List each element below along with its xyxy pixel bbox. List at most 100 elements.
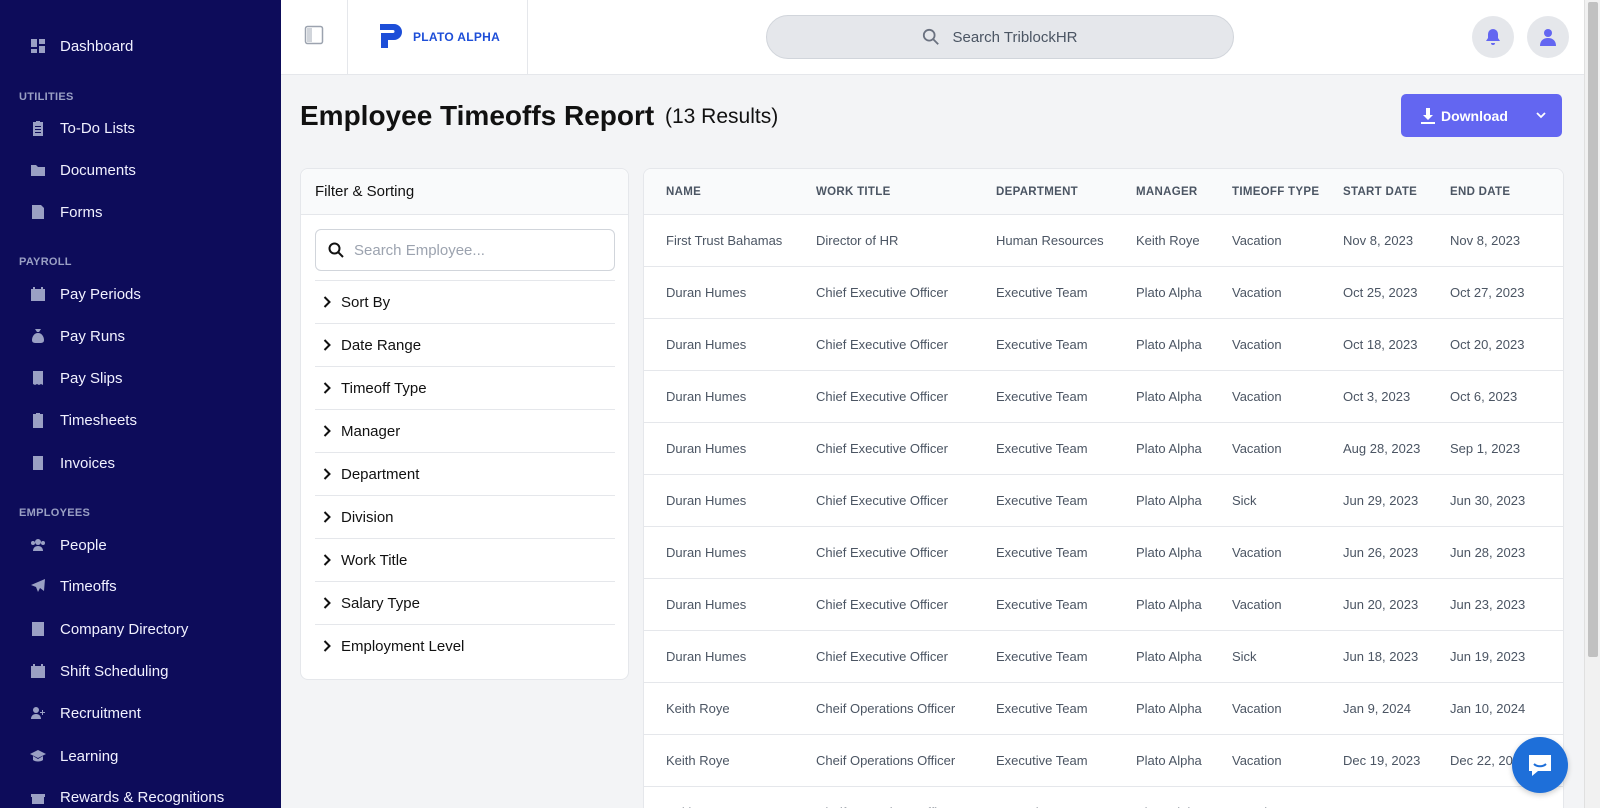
chat-support-button[interactable]: [1512, 737, 1568, 793]
column-header-work-title[interactable]: WORK TITLE: [816, 186, 891, 198]
filter-date-range[interactable]: Date Range: [315, 323, 615, 366]
employee-search-input[interactable]: Search Employee...: [315, 229, 615, 271]
user-plus-icon: [30, 705, 46, 721]
column-header-manager[interactable]: MANAGER: [1136, 186, 1198, 198]
cell-manager: Plato Alpha: [1136, 649, 1202, 664]
filter-sort-by[interactable]: Sort By: [315, 280, 615, 323]
cell-end-date: Jun 30, 2023: [1450, 493, 1526, 508]
table-row[interactable]: Keith RoyeCheif Operations OfficerExecut…: [644, 683, 1563, 735]
cell-work-title: Chief Executive Officer: [816, 545, 948, 560]
sidebar-item-people[interactable]: People: [0, 528, 281, 562]
sidebar-item-forms[interactable]: Forms: [0, 195, 281, 229]
sidebar-item-pay-runs[interactable]: Pay Runs: [0, 319, 281, 353]
table-row[interactable]: Duran Humes Chief Executive Officer Execut…: [644, 527, 1563, 579]
cell-timeoff-type: Vacation: [1232, 753, 1282, 768]
global-search-input[interactable]: Search TriblockHR: [766, 15, 1234, 59]
table-row[interactable]: Keith RoyeCheif Operations OfficerExecut…: [644, 735, 1563, 787]
sidebar-item-dashboard[interactable]: Dashboard: [0, 29, 281, 63]
filter-employment-level[interactable]: Employment Level: [315, 624, 615, 667]
cell-department: Executive Team: [996, 545, 1088, 560]
chevron-right-icon: [323, 296, 333, 308]
table-row[interactable]: Duran Humes Chief Executive Officer Execut…: [644, 371, 1563, 423]
plane-icon: [30, 578, 46, 594]
sidebar-item-pay-periods[interactable]: Pay Periods: [0, 277, 281, 311]
cell-work-title: Cheif Operations Officer: [816, 753, 956, 768]
sidebar-item-recruitment[interactable]: Recruitment: [0, 696, 281, 730]
bell-icon: [1483, 27, 1503, 47]
sidebar-toggle-button[interactable]: [281, 0, 348, 74]
column-header-timeoff-type[interactable]: TIMEOFF TYPE: [1232, 186, 1319, 198]
sidebar-item-label: Timesheets: [60, 411, 137, 429]
scrollbar-thumb[interactable]: [1588, 2, 1598, 657]
cell-manager: Plato Alpha: [1136, 545, 1202, 560]
table-header: NAME WORK TITLE DEPARTMENT MANAGER TIMEO…: [644, 169, 1563, 215]
filter-timeoff-type[interactable]: Timeoff Type: [315, 366, 615, 409]
table-row[interactable]: Duran Humes Chief Executive Officer Execut…: [644, 267, 1563, 319]
table-row[interactable]: Duran Humes Chief Executive Officer Execut…: [644, 319, 1563, 371]
cell-start-date: Oct 3, 2023: [1343, 389, 1411, 404]
chevron-right-icon: [323, 597, 333, 609]
sidebar-item-label: Pay Periods: [60, 285, 141, 303]
company-logo[interactable]: PLATO ALPHA: [348, 0, 528, 74]
table-row[interactable]: Duran Humes Chief Executive Officer Execut…: [644, 631, 1563, 683]
table-row[interactable]: Duran Humes Chief Executive Officer Execut…: [644, 579, 1563, 631]
sidebar-item-label: Shift Scheduling: [60, 662, 169, 680]
sidebar-item-todo-lists[interactable]: To-Do Lists: [0, 111, 281, 145]
section-label-payroll: PAYROLL: [19, 256, 72, 268]
timeoffs-table: NAME WORK TITLE DEPARTMENT MANAGER TIMEO…: [643, 168, 1564, 808]
sidebar-item-company-directory[interactable]: Company Directory: [0, 612, 281, 646]
page-scrollbar[interactable]: [1584, 0, 1600, 808]
cell-timeoff-type: Sick: [1232, 493, 1257, 508]
cell-end-date: Oct 6, 2023: [1450, 389, 1518, 404]
cell-work-title: Chief Executive Officer: [816, 493, 948, 508]
cell-name: Duran Humes: [666, 285, 747, 300]
column-header-department[interactable]: DEPARTMENT: [996, 186, 1078, 198]
cell-department: Executive Team: [996, 493, 1088, 508]
sidebar-item-pay-slips[interactable]: Pay Slips: [0, 361, 281, 395]
column-header-start-date[interactable]: START DATE: [1343, 186, 1417, 198]
filter-work-title[interactable]: Work Title: [315, 538, 615, 581]
receipt-icon: [30, 370, 46, 386]
form-check-icon: [30, 204, 46, 220]
people-icon: [30, 537, 46, 553]
calendar-grid-icon: [30, 663, 46, 679]
chevron-right-icon: [323, 554, 333, 566]
table-row[interactable]: First Trust Bahamas Director of HR Human R…: [644, 215, 1563, 267]
download-button[interactable]: Download: [1401, 94, 1562, 137]
sidebar-item-label: Company Directory: [60, 620, 189, 638]
sidebar-item-timeoffs[interactable]: Timeoffs: [0, 569, 281, 603]
filter-division[interactable]: Division: [315, 495, 615, 538]
sidebar-item-rewards[interactable]: Rewards & Recognitions: [0, 780, 281, 808]
sidebar-item-label: Pay Runs: [60, 327, 126, 345]
cell-timeoff-type: Vacation: [1232, 285, 1282, 300]
cell-manager: Plato Alpha: [1136, 597, 1202, 612]
cell-manager: Plato Alpha: [1136, 389, 1202, 404]
section-label-utilities: UTILITIES: [19, 91, 74, 103]
notifications-button[interactable]: [1472, 16, 1514, 58]
filter-department[interactable]: Department: [315, 452, 615, 495]
sidebar-item-documents[interactable]: Documents: [0, 153, 281, 187]
sidebar-item-shift-scheduling[interactable]: Shift Scheduling: [0, 654, 281, 688]
sidebar-item-learning[interactable]: Learning: [0, 739, 281, 773]
cell-name: Duran Humes: [666, 441, 747, 456]
column-header-name[interactable]: NAME: [666, 186, 701, 198]
download-label: Download: [1441, 107, 1508, 124]
cell-name: Duran Humes: [666, 337, 747, 352]
table-row[interactable]: Duran Humes Chief Executive Officer Execut…: [644, 423, 1563, 475]
sidebar-item-label: Invoices: [60, 454, 116, 472]
filter-label: Manager: [341, 422, 401, 440]
cell-end-date: Sep 1, 2023: [1450, 441, 1521, 456]
sidebar-toggle-icon: [304, 25, 324, 50]
table-row[interactable]: Keith RoyeCheif Operations OfficerExecut…: [644, 787, 1563, 808]
table-row[interactable]: Duran Humes Chief Executive Officer Execut…: [644, 475, 1563, 527]
sidebar-item-label: People: [60, 536, 107, 554]
filter-manager[interactable]: Manager: [315, 409, 615, 452]
chevron-down-icon[interactable]: [1534, 108, 1548, 122]
column-header-end-date[interactable]: END DATE: [1450, 186, 1510, 198]
user-profile-button[interactable]: [1527, 16, 1569, 58]
sidebar-item-timesheets[interactable]: Timesheets: [0, 403, 281, 437]
filter-salary-type[interactable]: Salary Type: [315, 581, 615, 624]
sidebar-item-invoices[interactable]: Invoices: [0, 446, 281, 480]
cell-end-date: Nov 8, 2023: [1450, 233, 1521, 248]
cell-work-title: Chief Executive Officer: [816, 597, 948, 612]
